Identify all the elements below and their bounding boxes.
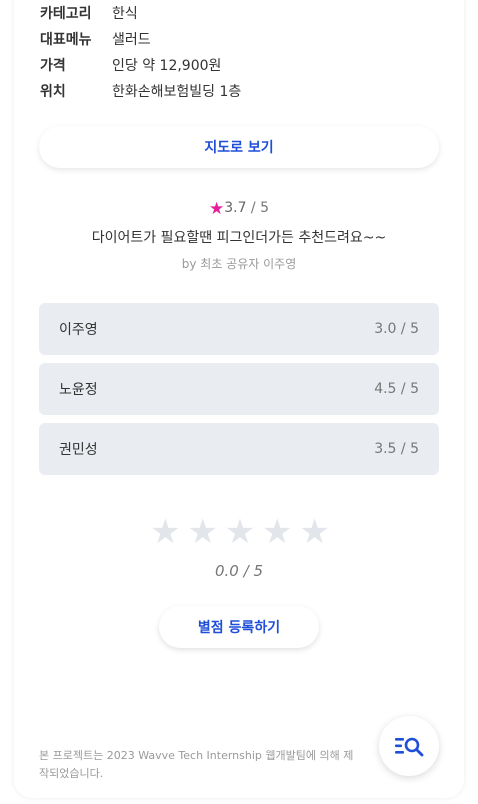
review-comment: 다이어트가 필요할땐 피그인더가든 추천드려요~~ [91, 230, 387, 246]
info-value: 샐러드 [112, 32, 151, 48]
info-value: 한식 [112, 6, 138, 22]
info-row-location: 위치 한화손해보험빌딩 1층 [40, 80, 241, 102]
review-row: 이주영 3.0 / 5 [39, 303, 439, 355]
footer-text: 본 프로젝트는 2023 Wavve Tech Internship 웹개발팀에… [39, 749, 354, 780]
star-1-icon[interactable]: ★ [150, 512, 181, 552]
rating-value: 3.7 [224, 200, 247, 216]
info-row-price: 가격 인당 약 12,900원 [40, 54, 221, 76]
info-value: 인당 약 12,900원 [112, 58, 222, 74]
review-row: 노윤정 4.5 / 5 [39, 363, 439, 415]
info-row-category: 카테고리 한식 [40, 2, 138, 24]
reviewer-score: 3.0 / 5 [374, 321, 419, 337]
info-label: 카테고리 [40, 6, 92, 22]
info-label: 위치 [40, 84, 66, 100]
list-search-icon [395, 737, 424, 757]
star-5-icon[interactable]: ★ [299, 512, 330, 552]
rating-max: / 5 [246, 200, 270, 216]
list-search-button[interactable] [379, 716, 439, 776]
star-icon: ★ [208, 199, 225, 219]
reviewer-name: 이주영 [59, 322, 98, 338]
star-2-icon[interactable]: ★ [187, 512, 218, 552]
star-4-icon[interactable]: ★ [262, 512, 293, 552]
review-row: 권민성 3.5 / 5 [39, 423, 439, 475]
submit-rating-button[interactable]: 별점 등록하기 [159, 606, 319, 648]
view-map-button[interactable]: 지도로 보기 [39, 126, 439, 168]
selected-score: 0.0 / 5 [215, 562, 263, 580]
info-row-menu: 대표메뉴 샐러드 [40, 28, 151, 50]
info-label: 대표메뉴 [40, 32, 92, 48]
star-rating-input: ★ ★ ★ ★ ★ [0, 512, 478, 552]
star-3-icon[interactable]: ★ [225, 512, 256, 552]
reviewer-score: 4.5 / 5 [374, 381, 419, 397]
author-line: by 최초 공유자 이주영 [181, 257, 297, 271]
page: 카테고리 한식 대표메뉴 샐러드 가격 인당 약 12,900원 위치 한화손해… [0, 0, 478, 804]
reviewer-score: 3.5 / 5 [374, 441, 419, 457]
average-rating: ★3.7 / 5 [0, 199, 478, 219]
reviewer-name: 권민성 [59, 442, 98, 458]
reviewer-name: 노윤정 [59, 382, 98, 398]
info-value: 한화손해보험빌딩 1층 [112, 84, 242, 100]
info-label: 가격 [40, 58, 66, 74]
